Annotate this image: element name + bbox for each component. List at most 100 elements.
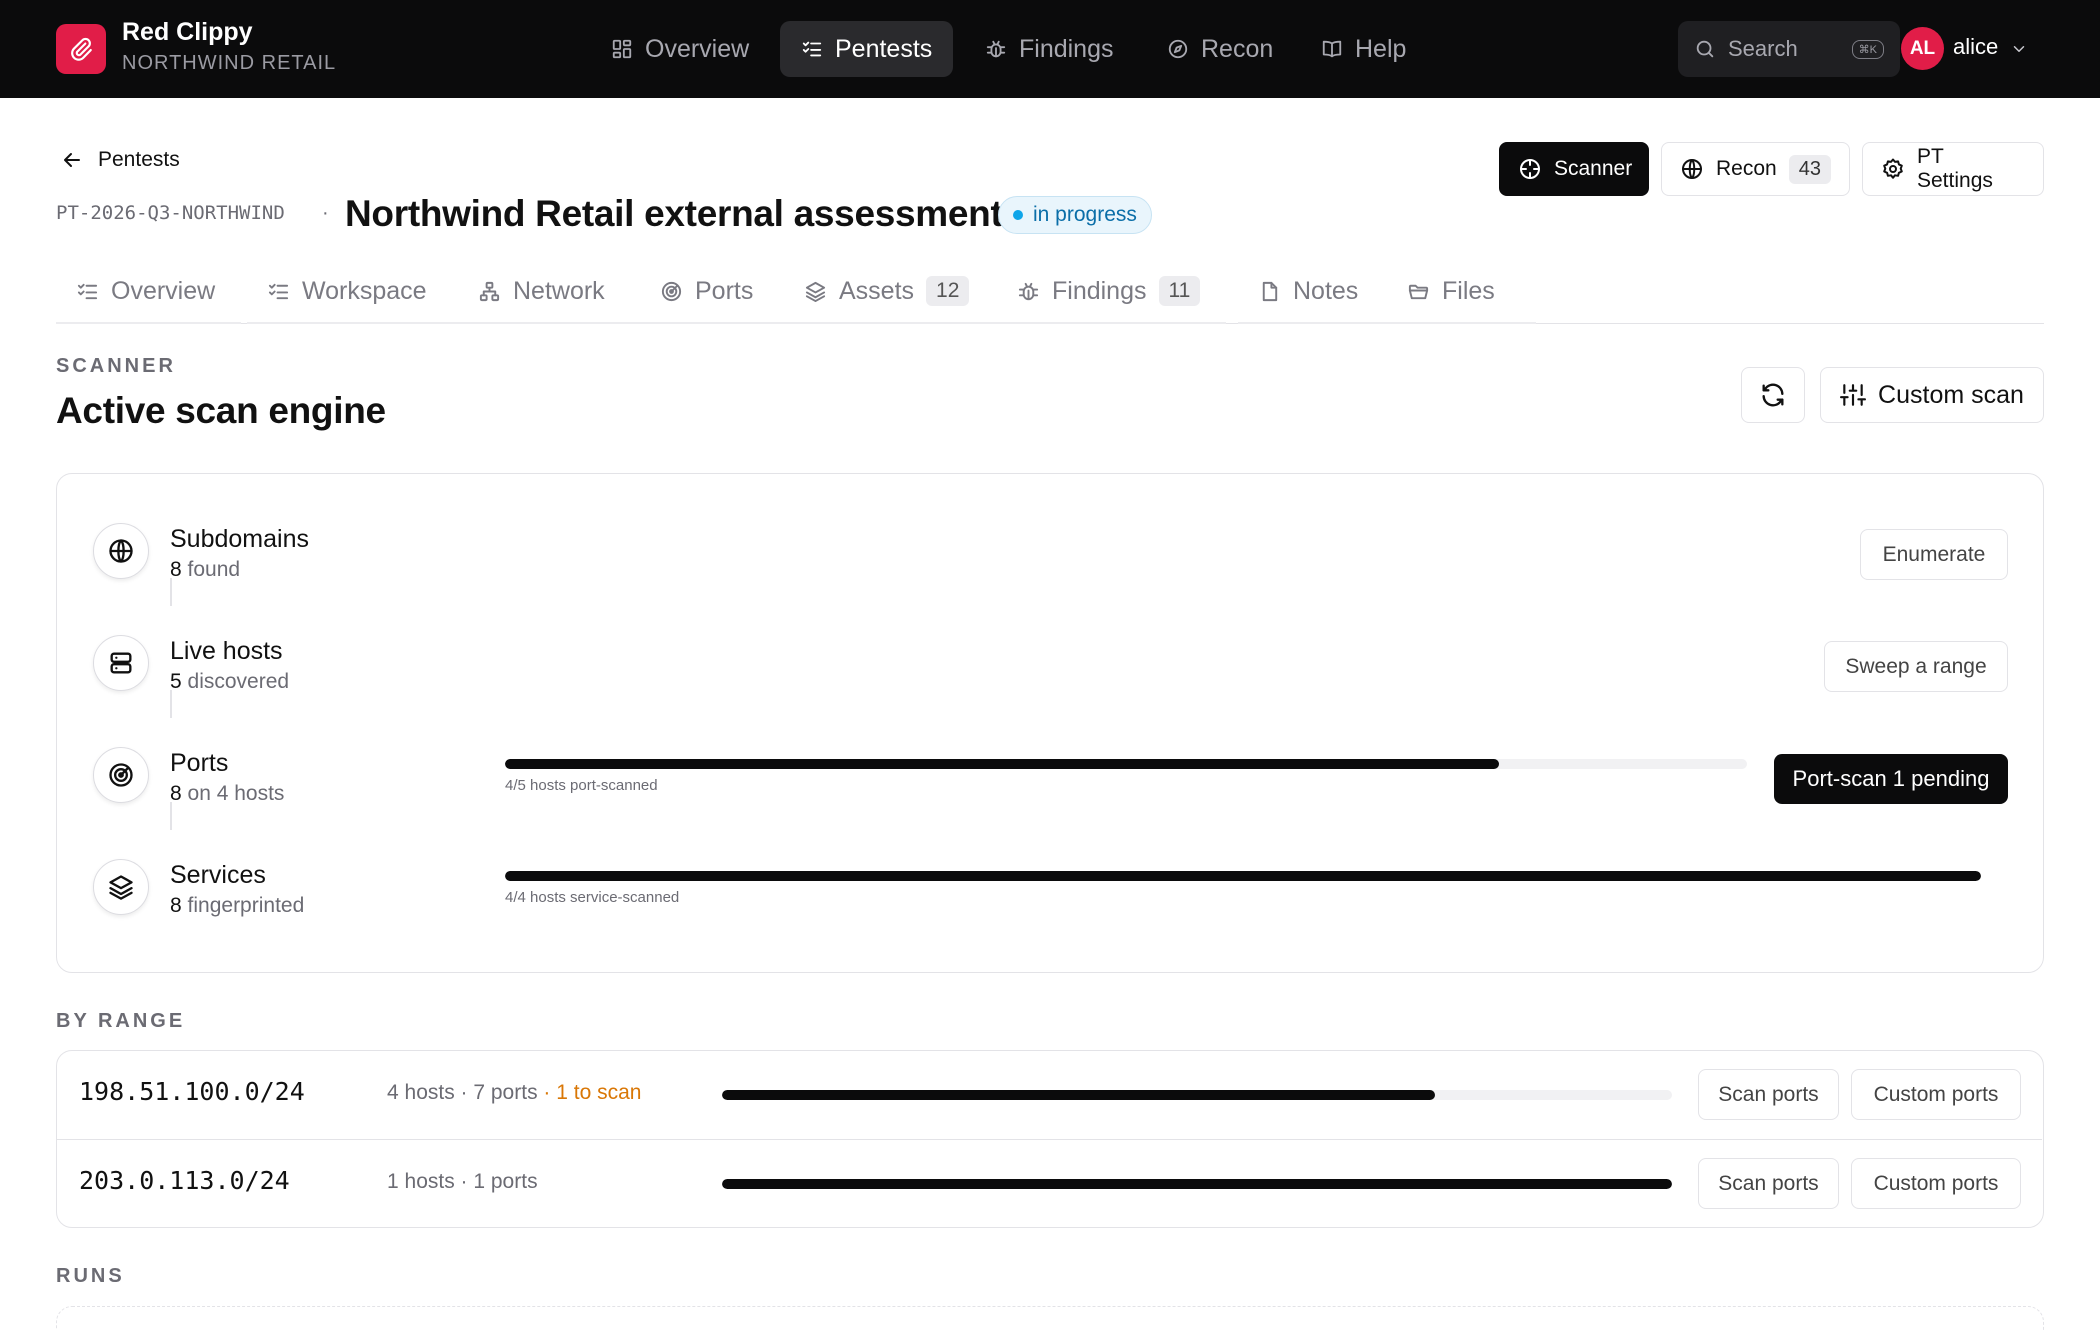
nav-overview[interactable]: Overview [590,21,770,77]
progress-caption: 4/5 hosts port-scanned [505,777,658,794]
compass-icon [1167,38,1189,60]
search-button[interactable]: Search ⌘K [1678,21,1900,77]
tab-assets[interactable]: Assets 12 [784,260,997,324]
grid-icon [611,38,633,60]
stage-name: Live hosts [170,637,283,665]
custom-ports-button[interactable]: Custom ports [1851,1158,2021,1209]
count-suffix: found [187,558,241,581]
checklist-icon [801,38,823,60]
assets-count-badge: 12 [926,276,970,306]
count-value: 8 [170,782,182,805]
crosshair-icon [1518,157,1542,181]
pentest-tabs: Overview Workspace Network Ports Assets … [56,260,2044,324]
findings-count-badge: 11 [1158,276,1201,306]
runs-list [56,1306,2044,1330]
status-label: in progress [1033,203,1137,226]
count-suffix: discovered [187,670,290,693]
top-navbar: Red Clippy NORTHWIND RETAIL Overview Pen… [0,0,2100,98]
back-to-pentests-link[interactable]: Pentests [60,148,180,172]
shortcut-hint: ⌘K [1851,39,1884,59]
port-scan-pending-button[interactable]: Port-scan 1 pending [1774,754,2008,804]
range-cidr: 203.0.113.0/24 [79,1166,290,1195]
nav-recon[interactable]: Recon [1146,21,1294,77]
progress-fill [722,1179,1672,1189]
scan-pipeline-card: Subdomains 8 found Enumerate Live hosts … [56,473,2044,973]
tab-label: Network [513,276,605,305]
paperclip-icon[interactable] [56,24,106,74]
recon-button[interactable]: Recon 43 [1661,142,1850,196]
section-eyebrow: SCANNER [56,355,176,377]
tab-label: Ports [695,276,754,305]
stage-name: Subdomains [170,525,309,553]
nav-findings[interactable]: Findings [964,21,1135,77]
tab-files[interactable]: Files [1387,260,1536,324]
globe-icon [93,523,149,579]
port-scan-progress-bar [505,759,1747,769]
range-pending: · 1 to scan [537,1081,642,1104]
section-title: Active scan engine [56,390,386,431]
tab-findings[interactable]: Findings 11 [997,260,1226,324]
count-suffix: on 4 hosts [187,782,285,805]
range-meta: 4 hosts · 7 ports · 1 to scan [387,1081,641,1105]
scan-ports-button[interactable]: Scan ports [1698,1158,1839,1209]
custom-ports-button[interactable]: Custom ports [1851,1069,2021,1120]
nav-pentests[interactable]: Pentests [780,21,954,77]
book-icon [1321,38,1343,60]
nav-label: Help [1355,34,1407,63]
scan-ports-button[interactable]: Scan ports [1698,1069,1839,1120]
recon-label: Recon [1716,157,1777,180]
scanner-button[interactable]: Scanner [1499,142,1649,196]
layers-icon [93,859,149,915]
tab-label: Files [1442,276,1495,305]
chevron-down-icon[interactable] [2010,40,2028,58]
pipeline-connector [170,690,172,718]
stage-count: 8 found [170,558,240,582]
range-stats: 4 hosts · 7 ports [387,1081,538,1104]
page-title: Northwind Retail external assessment [345,193,1003,234]
refresh-icon [1759,381,1787,409]
scanner-label: Scanner [1554,157,1633,180]
tab-overview[interactable]: Overview [56,260,241,324]
gear-icon [1881,157,1905,181]
tab-label: Notes [1293,276,1359,305]
stage-count: 8 fingerprinted [170,894,304,918]
stage-name: Ports [170,749,229,777]
ranges-table: 198.51.100.0/24 4 hosts · 7 ports · 1 to… [56,1050,2044,1228]
nav-label: Pentests [835,34,933,63]
range-progress-bar [722,1179,1672,1189]
settings-label: PT Settings [1917,145,1993,192]
bug-icon [985,38,1007,60]
sweep-range-button[interactable]: Sweep a range [1824,641,2008,692]
user-name[interactable]: alice [1953,34,1998,60]
stage-count: 8 on 4 hosts [170,782,284,806]
stage-count: 5 discovered [170,670,289,694]
custom-scan-button[interactable]: Custom scan [1820,367,2044,423]
table-row: 198.51.100.0/24 4 hosts · 7 ports · 1 to… [57,1051,2042,1139]
table-row: 203.0.113.0/24 1 hosts · 1 ports Scan po… [57,1139,2042,1227]
nav-label: Findings [1019,34,1114,63]
enumerate-button[interactable]: Enumerate [1860,529,2008,580]
status-dot-icon [1013,210,1023,220]
sliders-icon [1840,382,1867,408]
org-name: NORTHWIND RETAIL [122,52,337,74]
range-progress-bar [722,1090,1672,1100]
bug-icon [1017,280,1040,303]
tab-workspace[interactable]: Workspace [247,260,460,324]
range-stats: 1 hosts · 1 ports [387,1170,538,1193]
pipeline-connector [170,802,172,830]
avatar[interactable]: AL [1901,27,1944,70]
count-value: 8 [170,558,182,581]
network-icon [478,280,501,303]
layers-icon [804,280,827,303]
app-name: Red Clippy [122,18,253,46]
search-icon [1694,38,1716,60]
tab-label: Findings [1052,276,1147,305]
custom-scan-label: Custom scan [1878,380,2024,409]
status-badge: in progress [998,196,1152,234]
radar-icon [660,280,683,303]
stage-name: Services [170,861,266,889]
refresh-button[interactable] [1741,367,1805,423]
pt-settings-button[interactable]: PT Settings [1862,142,2044,196]
nav-help[interactable]: Help [1300,21,1427,77]
section-eyebrow: BY RANGE [56,1010,186,1032]
